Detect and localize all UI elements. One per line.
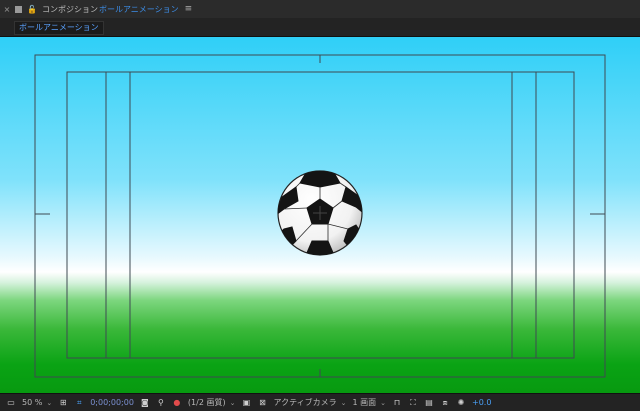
- zoom-value: 50 %: [22, 398, 43, 407]
- panel-title-bar: × 🔓 コンポジション ボールアニメーション ≡: [0, 0, 640, 19]
- resolution-dropdown[interactable]: (1/2 画質) ⌄: [188, 397, 236, 408]
- lock-icon[interactable]: 🔓: [27, 5, 37, 14]
- panel-type-label: コンポジション: [41, 4, 98, 14]
- camera-dropdown[interactable]: アクティブカメラ ⌄: [273, 397, 346, 408]
- chevron-down-icon: ⌄: [340, 398, 347, 407]
- transparency-grid-icon[interactable]: ⊠: [257, 398, 267, 407]
- chevron-down-icon: ⌄: [46, 398, 53, 407]
- channel-color-icon[interactable]: ●: [172, 398, 182, 407]
- camera-value: アクティブカメラ: [273, 398, 337, 407]
- tab-ball-animation[interactable]: ボールアニメーション: [14, 21, 104, 35]
- composition-icon: [15, 5, 22, 13]
- chevron-down-icon: ⌄: [229, 398, 236, 407]
- toggle-pixel-aspect-icon[interactable]: ⊓: [392, 398, 402, 407]
- fast-preview-icon[interactable]: ▣: [241, 398, 251, 407]
- viewer-canvas: [34, 54, 606, 378]
- close-panel-icon[interactable]: ×: [0, 5, 14, 14]
- fast-previews-icon[interactable]: ⛶: [408, 398, 418, 407]
- chevron-down-icon: ⌄: [380, 398, 386, 407]
- resolution-value: (1/2 画質): [187, 398, 226, 407]
- view-layout-value: 1 画面: [352, 398, 377, 407]
- panel-menu-icon[interactable]: ≡: [185, 4, 193, 14]
- flowchart-icon[interactable]: ⧈: [440, 398, 450, 407]
- timeline-icon[interactable]: ▤: [424, 398, 434, 407]
- snapshot-camera-icon[interactable]: ◙: [140, 398, 150, 407]
- composition-tab-bar: ボールアニメーション: [0, 18, 640, 37]
- exposure-value[interactable]: +0.0: [472, 398, 491, 407]
- fit-view-icon[interactable]: ⊞: [58, 398, 68, 407]
- composition-name-dropdown[interactable]: ボールアニメーション: [99, 4, 179, 15]
- region-of-interest-icon[interactable]: ⌗: [74, 398, 84, 407]
- current-time-display[interactable]: 0;00;00;00: [90, 398, 134, 407]
- viewer-status-bar: ▭ 50 % ⌄ ⊞ ⌗ 0;00;00;00 ◙ ⚲ ● (1/2 画質) ⌄…: [0, 393, 640, 411]
- soccer-ball[interactable]: [276, 170, 366, 256]
- view-layout-dropdown[interactable]: 1 画面 ⌄: [352, 397, 386, 408]
- composition-viewer[interactable]: [0, 37, 640, 393]
- zoom-dropdown[interactable]: 50 % ⌄: [22, 398, 52, 407]
- reset-exposure-icon[interactable]: ✺: [456, 398, 466, 407]
- preview-monitor-icon[interactable]: ▭: [6, 398, 16, 407]
- show-snapshot-icon[interactable]: ⚲: [156, 398, 166, 407]
